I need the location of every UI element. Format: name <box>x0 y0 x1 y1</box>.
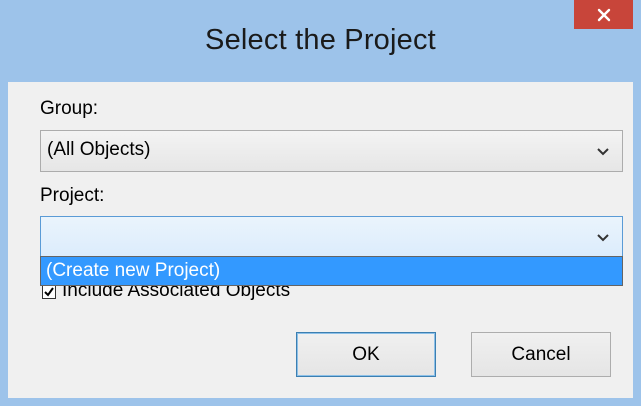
dropdown-option-create-new-project[interactable]: (Create new Project) <box>41 257 622 285</box>
cancel-button[interactable]: Cancel <box>471 332 611 377</box>
group-select[interactable]: (All Objects) <box>40 130 623 172</box>
project-select[interactable] <box>40 216 623 257</box>
chevron-down-icon <box>596 230 610 248</box>
title-bar[interactable]: Select the Project <box>0 0 641 82</box>
ok-button[interactable]: OK <box>296 332 436 377</box>
project-label: Project: <box>40 185 105 206</box>
close-icon <box>597 8 611 22</box>
chevron-down-icon <box>596 144 610 162</box>
include-associated-checkbox[interactable] <box>42 285 56 299</box>
group-select-value: (All Objects) <box>47 139 151 160</box>
dialog-title: Select the Project <box>205 24 436 56</box>
group-label: Group: <box>40 98 99 119</box>
dialog-body: Group: (All Objects) Project: Include As… <box>8 82 633 398</box>
checkmark-icon <box>44 287 54 297</box>
select-project-dialog: Select the Project Group: (All Objects) … <box>0 0 641 406</box>
close-button[interactable] <box>574 0 633 29</box>
project-dropdown-list: (Create new Project) <box>40 256 623 286</box>
